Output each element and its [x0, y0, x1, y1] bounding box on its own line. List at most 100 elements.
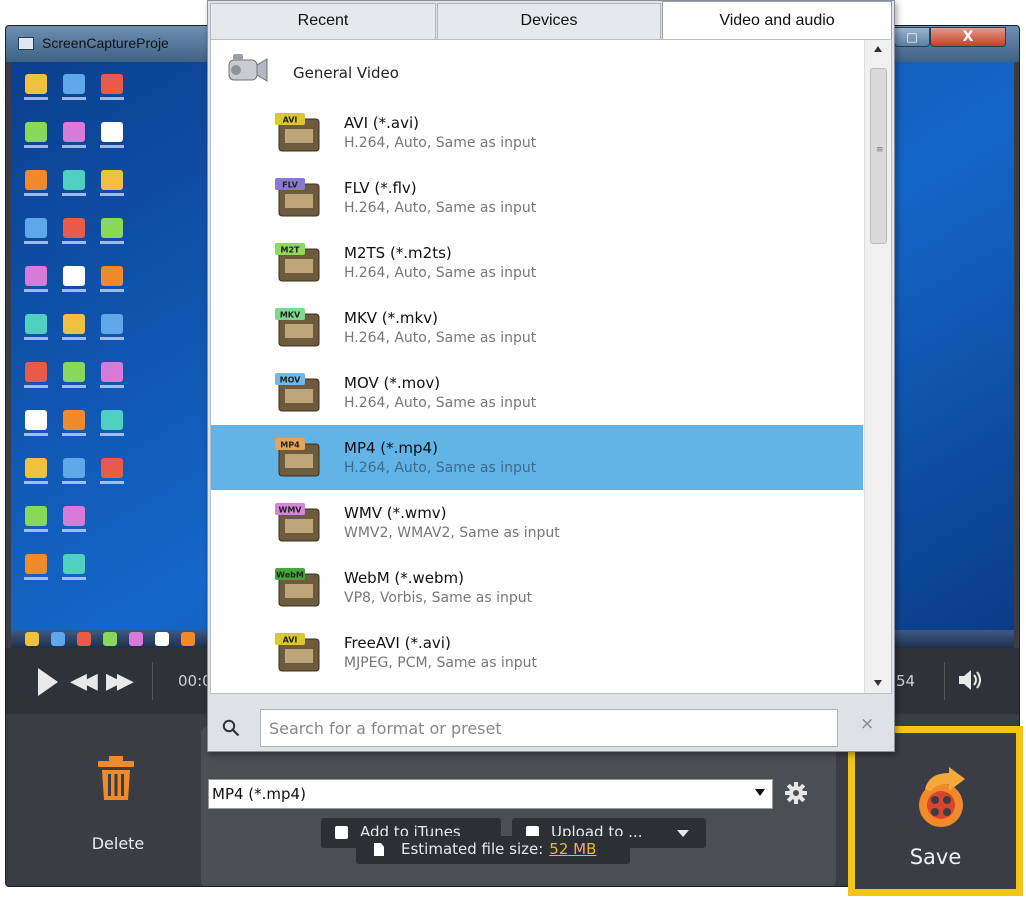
taskbar-icon: [155, 632, 169, 646]
svg-text:WMV: WMV: [279, 506, 303, 515]
desktop-icon: [25, 506, 47, 526]
desktop-icon: [63, 122, 85, 142]
total-time: 54: [896, 672, 916, 690]
scroll-down-icon[interactable]: [874, 680, 882, 686]
desktop-icon: [101, 266, 123, 286]
format-item[interactable]: M2T M2TS (*.m2ts) H.264, Auto, Same as inp…: [211, 230, 863, 295]
scroll-up-icon[interactable]: [874, 46, 882, 52]
taskbar-icon: [103, 632, 117, 646]
desktop-icon: [63, 554, 85, 574]
format-item[interactable]: MP4 MP4 (*.mp4) H.264, Auto, Same as input: [211, 425, 863, 490]
tab-recent[interactable]: Recent: [210, 3, 436, 39]
format-item[interactable]: WMV WMV (*.wmv) WMV2, WMAV2, Same as input: [211, 490, 863, 555]
desktop-icon-label: [100, 337, 124, 340]
desktop-icon: [25, 122, 47, 142]
desktop-icon-label: [100, 241, 124, 244]
desktop-icon: [101, 218, 123, 238]
film-format-icon: WebM: [275, 568, 320, 607]
format-select[interactable]: MP4 (*.mp4): [208, 779, 773, 809]
divider: [944, 662, 945, 700]
taskbar-icon: [25, 632, 39, 646]
group-label: General Video: [293, 64, 399, 82]
search-box[interactable]: [260, 709, 838, 747]
file-size-value[interactable]: 52 MB: [549, 840, 596, 858]
grip-icon: ≡: [876, 145, 884, 155]
search-icon: [222, 719, 240, 737]
format-item[interactable]: AVI AVI (*.avi) H.264, Auto, Same as input: [211, 100, 863, 165]
close-button[interactable]: X: [930, 27, 1006, 47]
rewind-button[interactable]: ◀◀: [70, 668, 98, 696]
format-description: H.264, Auto, Same as input: [344, 265, 537, 281]
desktop-icon-label: [24, 433, 48, 436]
desktop-icon-label: [62, 241, 86, 244]
file-icon: [374, 843, 384, 856]
scroll-thumb[interactable]: ≡: [870, 68, 887, 244]
save-label: Save: [909, 845, 962, 869]
format-description: H.264, Auto, Same as input: [344, 330, 537, 346]
desktop-icon-label: [100, 433, 124, 436]
format-select-value: MP4 (*.mp4): [212, 785, 306, 803]
window-title: ScreenCaptureProje: [42, 35, 169, 51]
desktop-icon-label: [24, 241, 48, 244]
desktop-icon-label: [24, 193, 48, 196]
clear-search-icon[interactable]: ×: [860, 714, 874, 734]
format-name: MKV (*.mkv): [344, 309, 438, 327]
desktop-icon: [25, 362, 47, 382]
scrollbar[interactable]: ≡: [864, 40, 891, 693]
tab-devices[interactable]: Devices: [437, 3, 661, 39]
format-item[interactable]: AVI FreeAVI (*.avi) MJPEG, PCM, Same as in…: [211, 620, 863, 685]
desktop-icon: [101, 314, 123, 334]
film-format-icon: WMV: [275, 503, 320, 542]
desktop-icon-label: [100, 193, 124, 196]
app-icon: [18, 37, 34, 50]
gear-icon[interactable]: [785, 782, 807, 804]
format-item[interactable]: MKV MKV (*.mkv) H.264, Auto, Same as input: [211, 295, 863, 360]
desktop-icon-label: [24, 529, 48, 532]
format-description: H.264, Auto, Same as input: [344, 135, 537, 151]
maximize-button[interactable]: □: [894, 27, 930, 47]
film-format-icon: AVI: [275, 633, 320, 672]
desktop-icon: [63, 458, 85, 478]
film-format-icon: MKV: [275, 308, 320, 347]
search-input[interactable]: [261, 710, 837, 746]
desktop-icon: [63, 218, 85, 238]
format-item[interactable]: FLV FLV (*.flv) H.264, Auto, Same as input: [211, 165, 863, 230]
desktop-icon-label: [62, 193, 86, 196]
checkbox[interactable]: [335, 826, 348, 839]
format-description: WMV2, WMAV2, Same as input: [344, 525, 560, 541]
camera-icon: [228, 54, 268, 82]
desktop-icon-label: [62, 577, 86, 580]
chevron-down-icon: [755, 789, 765, 796]
desktop-icon: [63, 506, 85, 526]
desktop-icon-label: [24, 577, 48, 580]
desktop-icon-label: [24, 97, 48, 100]
taskbar-icon: [77, 632, 91, 646]
film-format-icon: M2T: [275, 243, 320, 282]
chevron-down-icon[interactable]: [677, 830, 689, 837]
desktop-icon-label: [62, 337, 86, 340]
format-description: H.264, Auto, Same as input: [344, 460, 537, 476]
format-item[interactable]: WebM WebM (*.webm) VP8, Vorbis, Same as in…: [211, 555, 863, 620]
desktop-icon: [101, 74, 123, 94]
format-tabs: Recent Devices Video and audio: [208, 1, 894, 41]
file-size-label: Estimated file size:: [401, 840, 544, 858]
divider: [152, 662, 153, 700]
format-name: M2TS (*.m2ts): [344, 244, 452, 262]
format-item[interactable]: MOV MOV (*.mov) H.264, Auto, Same as input: [211, 360, 863, 425]
desktop-icon-label: [100, 289, 124, 292]
group-header[interactable]: General Video: [211, 40, 861, 100]
desktop-icon: [101, 170, 123, 190]
format-name: WebM (*.webm): [344, 569, 465, 587]
desktop-icon: [63, 74, 85, 94]
desktop-icon: [101, 458, 123, 478]
desktop-icon: [25, 314, 47, 334]
tab-video-and-audio[interactable]: Video and audio: [662, 1, 892, 41]
delete-button[interactable]: Delete: [76, 754, 160, 874]
desktop-icon-label: [62, 385, 86, 388]
format-description: VP8, Vorbis, Same as input: [344, 590, 533, 606]
format-description: MJPEG, PCM, Same as input: [344, 655, 537, 671]
play-button[interactable]: [38, 668, 58, 696]
forward-button[interactable]: ▶▶: [106, 668, 134, 696]
svg-text:AVI: AVI: [283, 116, 298, 125]
volume-icon[interactable]: [956, 666, 984, 694]
